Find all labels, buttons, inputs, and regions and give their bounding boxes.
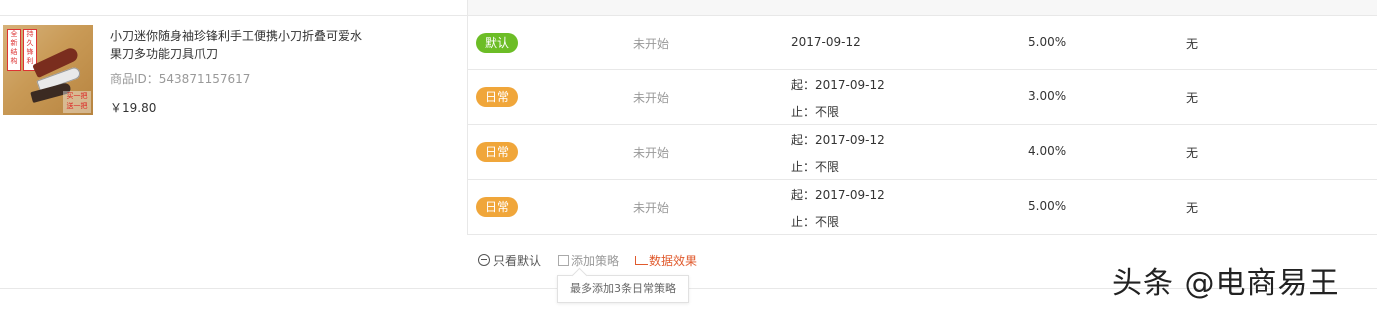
image-tag-left: 全新结构 [7, 29, 21, 71]
data-effect-label: 数据效果 [649, 254, 698, 268]
strategy-date-end: 止：不限 [791, 160, 840, 174]
strategy-type-badge: 默认 [476, 33, 518, 53]
row-divider-2 [467, 124, 1377, 125]
only-default-label: 只看默认 [493, 254, 542, 268]
product-price: ￥19.80 [110, 101, 157, 115]
strategy-date-start: 起：2017-09-12 [791, 188, 885, 202]
strategy-rate: 3.00% [1028, 89, 1067, 103]
strategy-status: 未开始 [633, 146, 670, 160]
strategy-rate: 5.00% [1028, 199, 1067, 213]
strategy-type-badge: 日常 [476, 87, 518, 107]
strategy-date: 2017-09-12 [791, 35, 861, 49]
strategy-date-end: 止：不限 [791, 105, 840, 119]
divider-vertical [467, 0, 468, 234]
minus-circle-icon [478, 254, 490, 266]
edit-icon [558, 255, 569, 266]
strategy-date-end: 止：不限 [791, 215, 840, 229]
data-effect-link[interactable]: 数据效果 [635, 252, 697, 269]
strategy-date-start: 起：2017-09-12 [791, 133, 885, 147]
product-title[interactable]: 小刀迷你随身袖珍锋利手工便携小刀折叠可爱水果刀多功能刀具爪刀 [110, 27, 370, 63]
add-strategy-tooltip: 最多添加3条日常策略 [557, 275, 689, 303]
image-promo-tag: 买一把 送一把 [63, 91, 91, 113]
strategy-extra: 无 [1186, 201, 1199, 215]
strategy-type-badge: 日常 [476, 197, 518, 217]
strategy-status: 未开始 [633, 37, 670, 51]
row-divider-1 [467, 69, 1377, 70]
strategy-status: 未开始 [633, 91, 670, 105]
chart-line-icon [635, 256, 648, 265]
row-divider-3 [467, 179, 1377, 180]
strategy-rate: 4.00% [1028, 144, 1067, 158]
strategy-extra: 无 [1186, 37, 1199, 51]
strategy-date-start: 起：2017-09-12 [791, 78, 885, 92]
divider-top [0, 15, 1377, 16]
strategy-rate: 5.00% [1028, 35, 1067, 49]
strategy-status: 未开始 [633, 201, 670, 215]
add-strategy-button[interactable]: 添加策略 [558, 252, 619, 269]
strategy-extra: 无 [1186, 146, 1199, 160]
only-default-toggle[interactable]: 只看默认 [478, 252, 541, 269]
watermark: 头条 @电商易王 [1112, 266, 1340, 301]
row-divider-4 [467, 234, 1377, 235]
strategy-extra: 无 [1186, 91, 1199, 105]
strategy-type-badge: 日常 [476, 142, 518, 162]
product-image[interactable]: 全新结构 持久锋利 买一把 送一把 [3, 25, 93, 115]
header-strip-right [467, 0, 1377, 16]
add-strategy-label: 添加策略 [571, 254, 620, 268]
product-id: 商品ID：543871157617 [110, 72, 251, 86]
